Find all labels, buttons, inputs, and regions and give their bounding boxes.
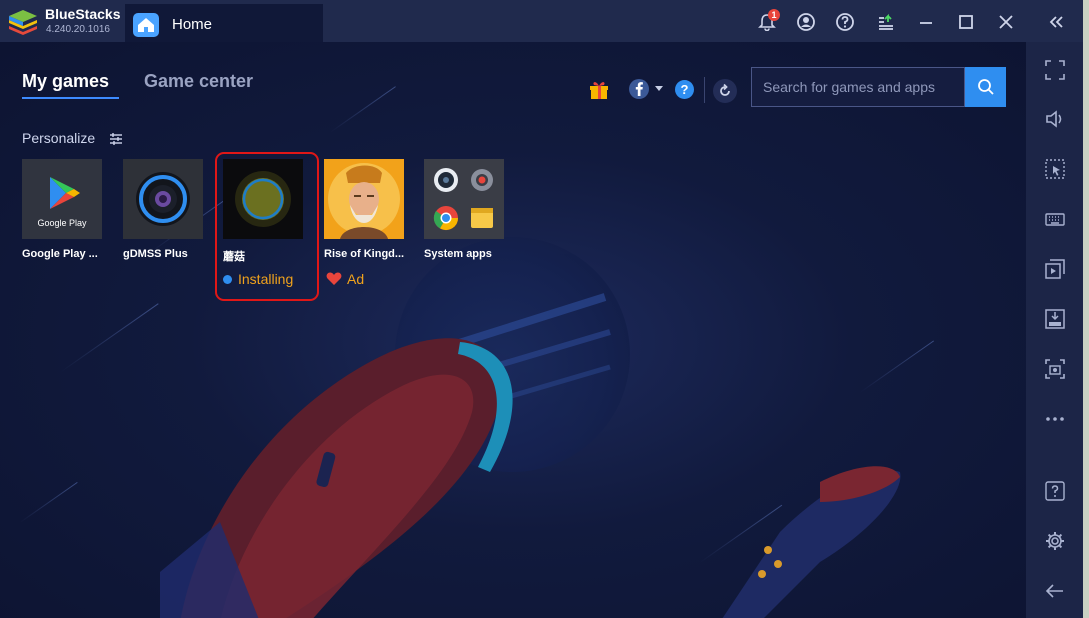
app-name-google-play[interactable]: Google Play ... bbox=[22, 248, 108, 260]
ad-status: Ad bbox=[326, 271, 364, 287]
app-name-rise-of-kingdoms[interactable]: Rise of Kingd... bbox=[324, 248, 410, 260]
app-icon-google-play[interactable]: Google Play bbox=[22, 159, 102, 239]
background-spaceship bbox=[160, 338, 513, 618]
gift-icon[interactable] bbox=[588, 78, 610, 100]
multi-instance-icon[interactable] bbox=[1042, 256, 1068, 282]
tune-icon[interactable] bbox=[109, 132, 123, 146]
search-icon bbox=[977, 79, 994, 95]
app-brand-name: BlueStacks bbox=[45, 6, 121, 22]
google-play-tile-text: Google Play bbox=[37, 218, 87, 228]
back-icon[interactable] bbox=[1042, 578, 1068, 604]
search-box bbox=[751, 67, 965, 107]
background-rocket bbox=[722, 466, 901, 618]
more-icon[interactable] bbox=[1042, 406, 1068, 432]
app-name-system-apps[interactable]: System apps bbox=[424, 248, 510, 260]
minimize-icon[interactable] bbox=[915, 11, 937, 33]
install-apk-icon[interactable] bbox=[1042, 306, 1068, 332]
upload-icon[interactable] bbox=[875, 11, 897, 33]
background-streak bbox=[59, 303, 159, 373]
app-icon-system-apps[interactable] bbox=[424, 159, 504, 239]
select-area-icon[interactable] bbox=[1042, 156, 1068, 182]
settings-icon[interactable] bbox=[1042, 528, 1068, 554]
account-icon[interactable] bbox=[795, 11, 817, 33]
window-edge bbox=[1083, 0, 1089, 618]
tab-home[interactable]: Home bbox=[125, 4, 323, 42]
search-button[interactable] bbox=[965, 67, 1006, 107]
search-input[interactable] bbox=[752, 68, 964, 106]
title-bar: BlueStacks 4.240.20.1016 Home 1 bbox=[0, 0, 1089, 42]
app-icon-gdmss-plus[interactable] bbox=[123, 159, 203, 239]
background-streak bbox=[859, 340, 935, 393]
home-icon bbox=[133, 13, 159, 37]
right-sidebar bbox=[1026, 42, 1083, 618]
home-tab-label: Home bbox=[172, 16, 213, 33]
divider bbox=[704, 77, 705, 103]
app-name-gdmss-plus[interactable]: gDMSS Plus bbox=[123, 248, 209, 260]
help-icon[interactable]: ? bbox=[675, 80, 694, 99]
help-icon[interactable] bbox=[1042, 478, 1068, 504]
refresh-icon[interactable] bbox=[713, 79, 737, 103]
background-streak bbox=[19, 481, 78, 523]
keyboard-icon[interactable] bbox=[1042, 206, 1068, 232]
notification-count-badge: 1 bbox=[768, 9, 780, 21]
maximize-icon[interactable] bbox=[955, 11, 977, 33]
close-icon[interactable] bbox=[995, 11, 1017, 33]
bluestacks-window: BlueStacks 4.240.20.1016 Home 1 My games… bbox=[0, 0, 1089, 618]
collapse-sidebar-icon[interactable] bbox=[1045, 11, 1067, 33]
volume-icon[interactable] bbox=[1042, 106, 1068, 132]
screenshot-icon[interactable] bbox=[1042, 356, 1068, 382]
personalize-label[interactable]: Personalize bbox=[22, 130, 95, 146]
tab-game-center[interactable]: Game center bbox=[144, 71, 253, 92]
bluestacks-logo-icon bbox=[9, 10, 37, 35]
notification-bell-icon[interactable]: 1 bbox=[756, 9, 780, 33]
tab-my-games[interactable]: My games bbox=[22, 71, 109, 92]
heart-icon bbox=[326, 272, 342, 285]
help-icon[interactable] bbox=[834, 11, 856, 33]
chevron-down-icon[interactable] bbox=[655, 86, 663, 91]
main-content: My games Game center Personalize ? Searc… bbox=[0, 42, 1026, 618]
active-tab-underline bbox=[22, 97, 119, 99]
fullscreen-icon[interactable] bbox=[1042, 57, 1068, 83]
highlight-box bbox=[215, 152, 319, 301]
ad-label: Ad bbox=[347, 271, 365, 287]
facebook-icon[interactable] bbox=[628, 78, 650, 100]
app-icon-rise-of-kingdoms[interactable] bbox=[324, 159, 404, 239]
app-version: 4.240.20.1016 bbox=[46, 24, 110, 35]
background-streak bbox=[329, 86, 396, 133]
